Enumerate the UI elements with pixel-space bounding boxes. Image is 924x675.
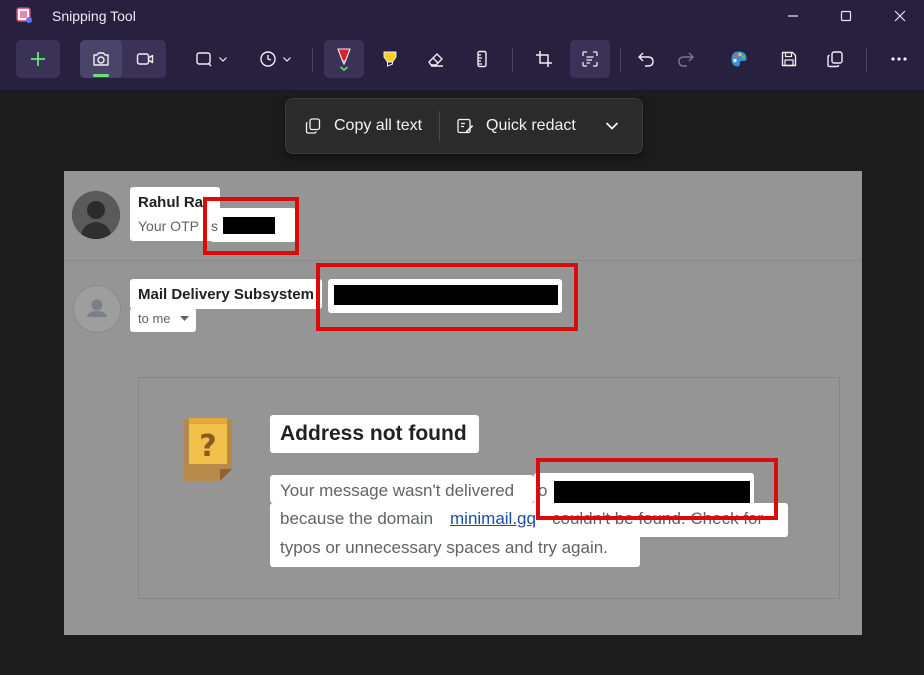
undo-icon: [638, 52, 654, 67]
camera-mode-button[interactable]: [80, 40, 122, 78]
toolbar-separator: [620, 48, 621, 72]
maximize-button[interactable]: [823, 0, 869, 32]
caret-down-icon: [180, 316, 189, 321]
bounce-line2-start: because the domain: [280, 509, 434, 528]
chevron-down-icon: [605, 122, 619, 130]
bounce-line1: Your message wasn't delivered: [280, 481, 515, 500]
question-mark-document-icon: ?: [184, 418, 232, 481]
highlight-box: [536, 458, 778, 520]
minimize-icon: [788, 15, 798, 17]
quick-redact-label: Quick redact: [486, 117, 576, 134]
video-mode-button[interactable]: [124, 40, 166, 78]
toolbar-separator: [866, 48, 867, 72]
text-actions-bar: Copy all text Quick redact: [285, 98, 643, 154]
redo-button[interactable]: [668, 40, 704, 78]
copy-button[interactable]: [816, 40, 854, 78]
snip-mode-group: [80, 40, 166, 78]
highlight-box: [316, 263, 578, 331]
snip-shape-dropdown[interactable]: [188, 40, 234, 78]
bounce-line3: typos or unnecessary spaces and try agai…: [280, 538, 608, 557]
toolbar-separator: [512, 48, 513, 72]
default-user-icon: [87, 299, 107, 317]
avatar: [72, 191, 120, 239]
chevron-down-icon: [219, 57, 227, 62]
video-camera-icon: [136, 53, 154, 65]
clock-icon: [260, 51, 276, 67]
undo-button[interactable]: [628, 40, 664, 78]
crop-icon: [536, 51, 552, 67]
camera-icon: [93, 52, 109, 66]
sender-name: Rahul Ra: [138, 194, 204, 211]
close-icon: [894, 10, 906, 22]
new-snip-button[interactable]: [16, 40, 60, 78]
copy-all-text-button[interactable]: Copy all text: [304, 99, 422, 153]
eraser-button[interactable]: [418, 40, 454, 78]
ruler-icon: [477, 50, 487, 68]
text-actions-button[interactable]: [570, 40, 610, 78]
plus-icon: [31, 52, 45, 66]
domain-link[interactable]: minimail.gq: [450, 509, 536, 529]
quick-redact-button[interactable]: Quick redact: [456, 99, 576, 153]
snipping-tool-window: Snipping Tool Copy all text Quick redact…: [0, 0, 924, 675]
recipient-label: to me: [138, 311, 171, 326]
more-actions-dropdown[interactable]: [604, 99, 632, 153]
ruler-button[interactable]: [464, 40, 500, 78]
edit-in-paint-button[interactable]: [720, 40, 758, 78]
save-button[interactable]: [770, 40, 808, 78]
window-title: Snipping Tool: [52, 8, 136, 24]
toolbar: [0, 32, 924, 90]
see-more-button[interactable]: [880, 40, 918, 78]
red-pen-icon: [337, 48, 351, 72]
bounce-title: Address not found: [280, 422, 467, 445]
snipping-tool-app-icon: [16, 7, 32, 23]
save-icon: [781, 51, 797, 67]
highlight-box: [203, 197, 299, 255]
paint-icon: [731, 51, 747, 67]
redact-icon: [457, 118, 474, 134]
snip-canvas: Copy all text Quick redact Rahul Ra Your…: [0, 90, 924, 675]
crop-button[interactable]: [524, 40, 564, 78]
active-mode-indicator: [93, 74, 109, 77]
highlighter-icon: [383, 51, 397, 67]
close-button[interactable]: [877, 0, 923, 32]
profile-photo-icon: [72, 191, 120, 239]
message-snippet: Your OTP: [138, 218, 199, 234]
text-actions-icon: [582, 51, 598, 67]
copy-icon: [305, 118, 321, 134]
eraser-icon: [428, 53, 443, 67]
highlighter-button[interactable]: [372, 40, 408, 78]
svg-text:?: ?: [199, 429, 216, 464]
pen-button[interactable]: [324, 40, 364, 78]
action-divider: [439, 111, 440, 141]
maximize-icon: [840, 10, 852, 22]
redo-icon: [678, 52, 694, 67]
copy-icon: [827, 51, 843, 68]
delay-dropdown[interactable]: [252, 40, 298, 78]
minimize-button[interactable]: [770, 0, 816, 32]
copy-all-text-label: Copy all text: [334, 117, 423, 134]
rectangle-snip-icon: [196, 52, 212, 67]
avatar: [73, 285, 121, 333]
title-bar: Snipping Tool: [0, 0, 924, 32]
captured-screenshot: Rahul Ra Your OTP s Mail Delivery Subsys…: [64, 171, 862, 635]
more-icon: [891, 57, 907, 61]
chevron-down-icon: [283, 57, 291, 62]
message-divider: [64, 260, 862, 261]
sender-name: Mail Delivery Subsystem: [138, 286, 314, 303]
toolbar-separator: [312, 48, 313, 72]
